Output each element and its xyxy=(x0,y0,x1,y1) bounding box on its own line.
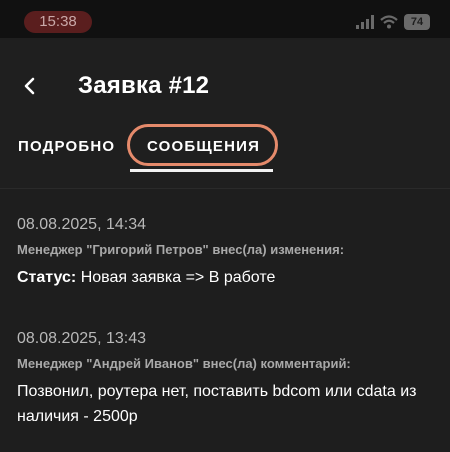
cellular-signal-icon xyxy=(356,15,374,29)
message-body: Позвонил, роутера нет, поставить bdcom и… xyxy=(17,383,417,425)
tab-details[interactable]: ПОДРОБНО xyxy=(18,138,115,155)
divider xyxy=(0,188,450,189)
page-title: Заявка #12 xyxy=(78,72,210,99)
message-author: Менеджер "Григорий Петров" внес(ла) изме… xyxy=(17,242,345,257)
message-item: 08.08.2025, 14:34 Менеджер "Григорий Пет… xyxy=(17,216,437,290)
message-author: Менеджер "Андрей Иванов" внес(ла) коммен… xyxy=(17,356,351,371)
active-tab-indicator xyxy=(130,169,273,172)
status-change-text: Новая заявка => В работе xyxy=(76,269,276,286)
message-item: 08.08.2025, 13:43 Менеджер "Андрей Ивано… xyxy=(17,330,437,429)
message-body: Статус: Новая заявка => В работе xyxy=(17,265,437,290)
wifi-icon xyxy=(380,15,398,29)
status-icons: 74 xyxy=(356,12,430,32)
status-time: 15:38 xyxy=(24,11,92,33)
battery-indicator: 74 xyxy=(404,14,430,30)
highlight-circle-annotation xyxy=(127,124,278,166)
back-arrow-icon[interactable] xyxy=(18,74,42,98)
message-date: 08.08.2025, 13:43 xyxy=(17,330,147,347)
status-field-label: Статус: xyxy=(17,269,77,286)
message-date: 08.08.2025, 14:34 xyxy=(17,216,147,233)
status-bar: 15:38 74 xyxy=(0,0,450,38)
app-bar: Заявка #12 ПОДРОБНО СООБЩЕНИЯ xyxy=(0,38,450,188)
